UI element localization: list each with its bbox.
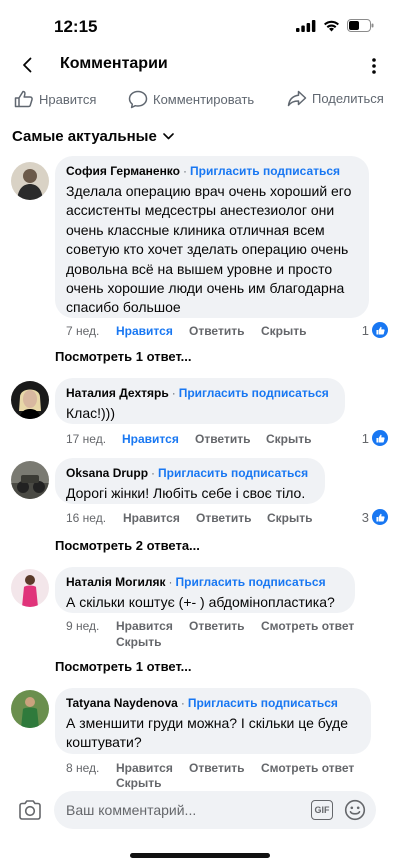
avatar[interactable] xyxy=(11,569,49,607)
chevron-down-icon xyxy=(162,133,174,140)
status-icons xyxy=(296,19,374,32)
view-replies-link[interactable]: Посмотреть 1 ответ... xyxy=(55,349,192,364)
comment-see-reply-button[interactable]: Смотреть ответ xyxy=(261,761,354,775)
share-icon xyxy=(287,90,307,107)
comment-reply-button[interactable]: Ответить xyxy=(189,619,244,633)
post-actions: Нравится Комментировать Поделиться xyxy=(0,90,400,116)
comment-bubble: Наталія Могиляк · Пригласить подписаться А… xyxy=(55,567,355,613)
like-reaction-icon xyxy=(372,322,388,338)
reaction-number: 1 xyxy=(361,430,369,446)
comment-like-button[interactable]: Нравится xyxy=(123,511,180,525)
like-reaction-icon xyxy=(372,430,388,446)
comment-author[interactable]: Наталия Дехтярь xyxy=(66,386,169,400)
comment-author[interactable]: Наталія Могиляк xyxy=(66,575,166,589)
emoji-icon xyxy=(344,799,366,821)
post-comment-label: Комментировать xyxy=(153,92,255,107)
comment-like-button[interactable]: Нравится xyxy=(116,619,173,633)
post-share-label: Поделиться xyxy=(312,91,384,106)
post-comment-button[interactable]: Комментировать xyxy=(128,90,254,109)
chevron-left-icon xyxy=(23,57,32,73)
comment-time: 7 нед. xyxy=(66,324,100,338)
comment-hide-button[interactable]: Скрыть xyxy=(116,635,162,649)
more-vertical-icon xyxy=(372,58,376,74)
comment-reply-button[interactable]: Ответить xyxy=(195,432,250,446)
battery-icon xyxy=(347,19,374,32)
reaction-number: 3 xyxy=(361,509,369,525)
page-title: Комментарии xyxy=(60,55,168,72)
gif-button[interactable]: GIF xyxy=(311,800,333,820)
reaction-count[interactable]: 3 xyxy=(362,509,388,525)
comment-like-button[interactable]: Нравится xyxy=(116,761,173,775)
comment-reply-button[interactable]: Ответить xyxy=(196,511,251,525)
avatar[interactable] xyxy=(11,162,49,200)
comment-bubble: Tatyana Naydenova · Пригласить подписаться… xyxy=(55,688,371,754)
like-reaction-icon xyxy=(372,509,388,525)
header: Комментарии xyxy=(0,48,400,82)
comment-bubble: София Германенко · Пригласить подписаться … xyxy=(55,156,369,318)
avatar[interactable] xyxy=(11,690,49,728)
status-bar: 12:15 xyxy=(0,0,400,52)
thumbs-up-icon xyxy=(14,90,33,108)
more-button[interactable] xyxy=(368,56,380,76)
avatar[interactable] xyxy=(11,461,49,499)
post-share-button[interactable]: Поделиться xyxy=(287,90,384,107)
comment-reply-button[interactable]: Ответить xyxy=(189,324,244,338)
comment-time: 8 нед. xyxy=(66,761,100,775)
sort-label: Самые актуальные xyxy=(12,128,157,145)
invite-link[interactable]: Пригласить подписаться xyxy=(176,575,326,589)
comment-author[interactable]: Tatyana Naydenova xyxy=(66,696,178,710)
comment-time: 17 нед. xyxy=(66,432,107,446)
comment-hide-button[interactable]: Скрыть xyxy=(261,324,307,338)
status-time: 12:15 xyxy=(54,17,98,36)
comment-hide-button[interactable]: Скрыть xyxy=(116,776,162,790)
comment-author[interactable]: Oksana Drupp xyxy=(66,466,148,480)
emoji-button[interactable] xyxy=(344,799,366,821)
comment-time: 9 нед. xyxy=(66,619,100,633)
comment-reply-button[interactable]: Ответить xyxy=(189,761,244,775)
comment-author[interactable]: София Германенко xyxy=(66,164,180,178)
invite-link[interactable]: Пригласить подписаться xyxy=(190,164,340,178)
reaction-count[interactable]: 1 xyxy=(362,430,388,446)
comment-bubble: Oksana Drupp · Пригласить подписаться Доро… xyxy=(55,458,325,504)
sort-dropdown[interactable]: Самые актуальные xyxy=(12,128,174,145)
comment-see-reply-button[interactable]: Смотреть ответ xyxy=(261,619,354,633)
comment-time: 16 нед. xyxy=(66,511,107,525)
home-indicator xyxy=(130,853,270,858)
camera-icon xyxy=(19,800,41,820)
comment-text: А скільки коштує (+- ) абдомінопластика? xyxy=(66,594,335,610)
post-like-button[interactable]: Нравится xyxy=(14,90,96,108)
comment-like-button[interactable]: Нравится xyxy=(122,432,179,446)
post-like-label: Нравится xyxy=(39,91,97,107)
comment-hide-button[interactable]: Скрыть xyxy=(267,511,313,525)
comment-text: Зделала операцию врач очень хороший его … xyxy=(66,183,352,316)
invite-link[interactable]: Пригласить подписаться xyxy=(188,696,338,710)
comment-text: Дорогі жінки! Любіть себе і своє тіло. xyxy=(66,485,306,501)
comment-bubble: Наталия Дехтярь · Пригласить подписаться К… xyxy=(55,378,345,424)
back-button[interactable] xyxy=(14,54,40,76)
invite-link[interactable]: Пригласить подписаться xyxy=(179,386,329,400)
comment-like-button[interactable]: Нравится xyxy=(116,324,173,338)
comment-text: Клас!))) xyxy=(66,405,115,421)
comment-composer: GIF xyxy=(0,791,400,831)
invite-link[interactable]: Пригласить подписаться xyxy=(158,466,308,480)
avatar[interactable] xyxy=(11,381,49,419)
wifi-icon xyxy=(324,20,339,31)
comment-hide-button[interactable]: Скрыть xyxy=(266,432,312,446)
comment-icon xyxy=(128,90,148,109)
comment-text: А зменшити груди можна? І скільки це буд… xyxy=(66,715,348,751)
view-replies-link[interactable]: Посмотреть 2 ответа... xyxy=(55,538,200,553)
signal-icon xyxy=(296,19,316,32)
view-replies-link[interactable]: Посмотреть 1 ответ... xyxy=(55,659,192,674)
reaction-count[interactable]: 1 xyxy=(362,322,388,338)
reaction-number: 1 xyxy=(361,322,369,338)
camera-button[interactable] xyxy=(18,799,44,823)
